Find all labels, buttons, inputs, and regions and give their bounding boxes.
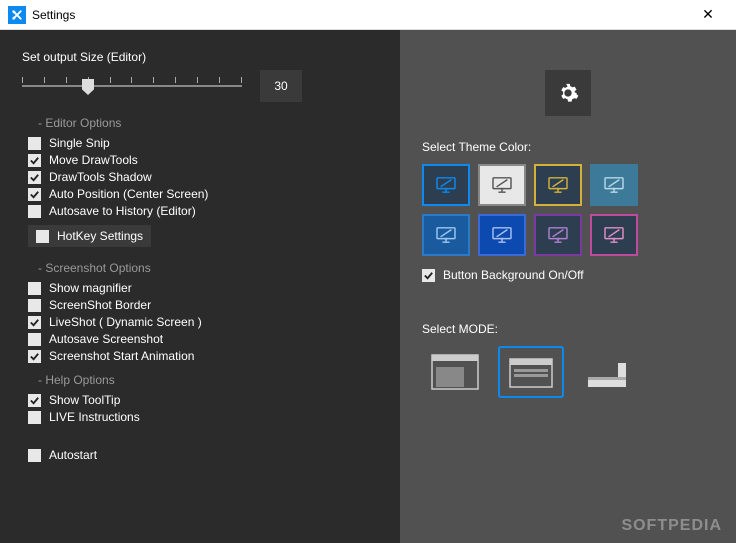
- titlebar: Settings ✕: [0, 0, 736, 30]
- checkbox-box: [28, 411, 41, 424]
- close-button[interactable]: ✕: [688, 0, 728, 30]
- help-checkbox-1[interactable]: LIVE Instructions: [28, 410, 378, 424]
- theme-tile-4[interactable]: [422, 214, 470, 256]
- theme-tile-2[interactable]: [534, 164, 582, 206]
- checkbox-box: [28, 350, 41, 363]
- mode-tile-0[interactable]: [422, 346, 488, 398]
- output-size-row: 30: [22, 70, 378, 102]
- theme-tile-3[interactable]: [590, 164, 638, 206]
- checkbox-label: Auto Position (Center Screen): [49, 187, 208, 201]
- mode-tile-1[interactable]: [498, 346, 564, 398]
- checkbox-box: [28, 449, 41, 462]
- checkbox-label: Screenshot Start Animation: [49, 349, 194, 363]
- screenshot-checkbox-3[interactable]: Autosave Screenshot: [28, 332, 378, 346]
- settings-gear-button[interactable]: [545, 70, 591, 116]
- checkbox-label: LiveShot ( Dynamic Screen ): [49, 315, 202, 329]
- checkbox-box: [28, 154, 41, 167]
- slider-thumb[interactable]: [82, 79, 94, 95]
- checkbox-label: Move DrawTools: [49, 153, 138, 167]
- output-size-value: 30: [260, 70, 302, 102]
- checkbox-box: [28, 333, 41, 346]
- button-bg-label: Button Background On/Off: [443, 268, 584, 282]
- editor-checkbox-2[interactable]: DrawTools Shadow: [28, 170, 378, 184]
- mode-label: Select MODE:: [422, 322, 714, 336]
- screenshot-options-head: - Screenshot Options: [38, 261, 378, 275]
- content: Set output Size (Editor) 30 - Editor Opt…: [0, 30, 736, 543]
- window-title: Settings: [32, 8, 75, 22]
- theme-color-label: Select Theme Color:: [422, 140, 714, 154]
- theme-tile-6[interactable]: [534, 214, 582, 256]
- app-icon: [8, 6, 26, 24]
- theme-grid: [422, 164, 714, 256]
- editor-options-head: - Editor Options: [38, 116, 378, 130]
- hotkey-box: [36, 230, 49, 243]
- theme-tile-0[interactable]: [422, 164, 470, 206]
- checkbox-label: LIVE Instructions: [49, 410, 140, 424]
- checkbox-box: [422, 269, 435, 282]
- checkbox-box: [28, 205, 41, 218]
- theme-tile-7[interactable]: [590, 214, 638, 256]
- screenshot-checkbox-4[interactable]: Screenshot Start Animation: [28, 349, 378, 363]
- editor-checkbox-4[interactable]: Autosave to History (Editor): [28, 204, 378, 218]
- checkbox-box: [28, 394, 41, 407]
- output-size-label: Set output Size (Editor): [22, 50, 378, 64]
- watermark: SOFTPEDIA: [621, 517, 722, 535]
- mode-tile-2[interactable]: [574, 346, 640, 398]
- help-checkbox-0[interactable]: Show ToolTip: [28, 393, 378, 407]
- autostart-checkbox[interactable]: Autostart: [28, 448, 378, 462]
- checkbox-box: [28, 188, 41, 201]
- screenshot-checkbox-1[interactable]: ScreenShot Border: [28, 298, 378, 312]
- checkbox-label: DrawTools Shadow: [49, 170, 152, 184]
- hotkey-settings-button[interactable]: HotKey Settings: [28, 225, 151, 247]
- button-bg-checkbox[interactable]: Button Background On/Off: [422, 268, 714, 282]
- theme-tile-1[interactable]: [478, 164, 526, 206]
- checkbox-box: [28, 171, 41, 184]
- output-size-slider[interactable]: [22, 71, 242, 101]
- right-panel: Select Theme Color: Button Background On…: [400, 30, 736, 543]
- autostart-label: Autostart: [49, 448, 97, 462]
- editor-checkbox-1[interactable]: Move DrawTools: [28, 153, 378, 167]
- checkbox-label: Show ToolTip: [49, 393, 120, 407]
- hotkey-label: HotKey Settings: [57, 229, 143, 243]
- left-panel: Set output Size (Editor) 30 - Editor Opt…: [0, 30, 400, 543]
- mode-row: [422, 346, 714, 398]
- checkbox-label: ScreenShot Border: [49, 298, 151, 312]
- checkbox-box: [28, 316, 41, 329]
- theme-tile-5[interactable]: [478, 214, 526, 256]
- checkbox-label: Autosave to History (Editor): [49, 204, 196, 218]
- screenshot-checkbox-0[interactable]: Show magnifier: [28, 281, 378, 295]
- editor-checkbox-0[interactable]: Single Snip: [28, 136, 378, 150]
- checkbox-label: Show magnifier: [49, 281, 132, 295]
- checkbox-label: Autosave Screenshot: [49, 332, 163, 346]
- gear-icon: [557, 82, 579, 104]
- checkbox-box: [28, 282, 41, 295]
- checkbox-box: [28, 137, 41, 150]
- help-options-head: - Help Options: [38, 373, 378, 387]
- screenshot-checkbox-2[interactable]: LiveShot ( Dynamic Screen ): [28, 315, 378, 329]
- checkbox-box: [28, 299, 41, 312]
- editor-checkbox-3[interactable]: Auto Position (Center Screen): [28, 187, 378, 201]
- checkbox-label: Single Snip: [49, 136, 110, 150]
